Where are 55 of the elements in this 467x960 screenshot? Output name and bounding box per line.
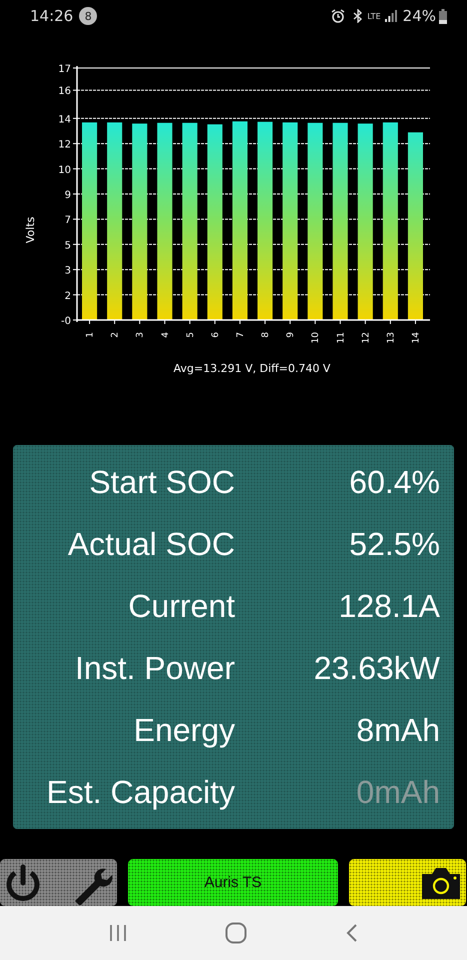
camera-icon bbox=[420, 866, 462, 900]
signal-icon bbox=[384, 10, 397, 22]
power-settings-button[interactable] bbox=[0, 859, 117, 906]
x-tick-label: 11 bbox=[336, 332, 346, 344]
stat-value: 128.1A bbox=[338, 588, 441, 624]
y-tick-label: 9 bbox=[64, 190, 71, 201]
x-tick-label: 2 bbox=[110, 332, 121, 338]
x-tick-label: 7 bbox=[236, 332, 246, 338]
network-type: LTE bbox=[367, 12, 381, 20]
x-tick-label: 13 bbox=[386, 332, 396, 344]
y-axis-title: Volts bbox=[24, 216, 37, 244]
notification-badge: 8 bbox=[79, 7, 98, 25]
back-icon[interactable] bbox=[346, 923, 358, 943]
y-tick-label: 12 bbox=[58, 140, 71, 151]
alarm-icon bbox=[331, 9, 346, 23]
clock-time: 14:26 bbox=[30, 7, 74, 25]
battery-icon bbox=[439, 8, 447, 24]
y-tick-label: 10 bbox=[58, 164, 71, 176]
stat-value: 8mAh bbox=[355, 712, 441, 748]
y-tick-label: 14 bbox=[58, 114, 71, 126]
x-tick-label: 1 bbox=[86, 332, 96, 338]
y-tick-label: 3 bbox=[64, 266, 71, 277]
x-tick-label: 3 bbox=[136, 332, 146, 338]
x-tick-label: 9 bbox=[286, 332, 296, 338]
x-tick-label: 12 bbox=[361, 332, 372, 344]
y-tick-label: 7 bbox=[64, 215, 71, 226]
home-icon[interactable] bbox=[225, 922, 248, 944]
x-tick-label: 8 bbox=[261, 332, 272, 338]
vehicle-button[interactable]: Auris TS bbox=[128, 859, 338, 906]
x-tick-label: 5 bbox=[186, 332, 196, 338]
stat-label: Actual SOC bbox=[66, 526, 235, 562]
battery-percent: 24% bbox=[402, 7, 436, 25]
stat-value: 23.63kW bbox=[312, 650, 441, 686]
camera-button[interactable] bbox=[349, 859, 466, 906]
y-tick-label: 5 bbox=[64, 240, 71, 252]
stat-label: Start SOC bbox=[88, 464, 235, 500]
stat-label: Inst. Power bbox=[74, 650, 235, 686]
x-tick-label: 4 bbox=[160, 332, 171, 338]
bluetooth-icon bbox=[353, 9, 364, 23]
recent-apps-icon[interactable] bbox=[109, 924, 128, 942]
x-tick-label: 14 bbox=[411, 332, 422, 344]
power-icon bbox=[4, 864, 42, 902]
y-tick-label: 17 bbox=[58, 64, 71, 75]
y-tick-label: 16 bbox=[58, 86, 71, 98]
x-axis-title: Avg=13.291 V, Diff=0.740 V bbox=[174, 362, 330, 375]
x-tick-label: 10 bbox=[311, 332, 322, 344]
stat-label: Est. Capacity bbox=[45, 774, 235, 810]
stat-label: Energy bbox=[132, 712, 235, 748]
stat-label: Current bbox=[127, 588, 235, 624]
y-tick-label: -0 bbox=[61, 316, 71, 327]
stat-value: 52.5% bbox=[348, 526, 441, 562]
y-tick-label: 2 bbox=[64, 290, 71, 302]
x-tick-label: 6 bbox=[210, 332, 221, 338]
stat-value: 0mAh bbox=[355, 774, 441, 810]
stat-value: 60.4% bbox=[348, 464, 441, 500]
